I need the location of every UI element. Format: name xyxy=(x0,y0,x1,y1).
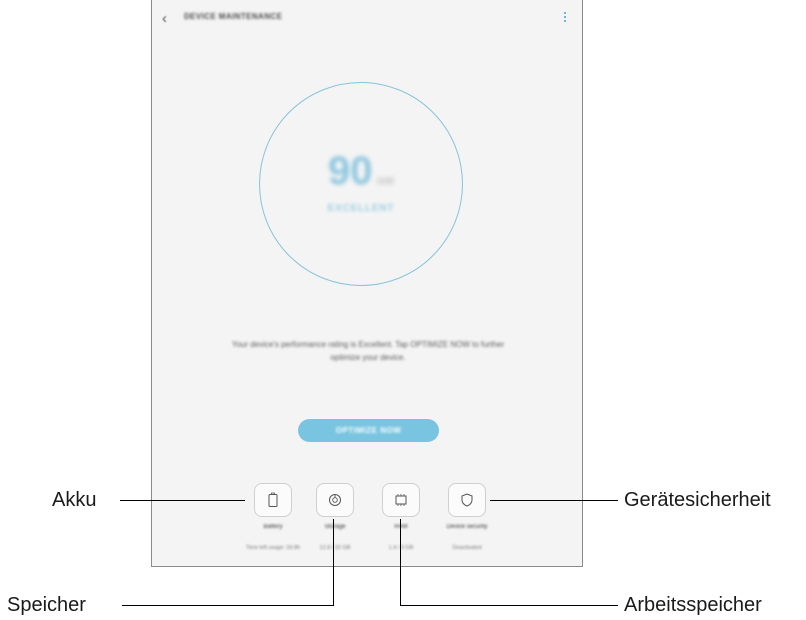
storage-icon[interactable] xyxy=(316,483,354,517)
back-arrow-icon[interactable]: ‹ xyxy=(162,10,176,28)
tile-value: Deactivated xyxy=(452,545,482,551)
score-unit: /100 xyxy=(376,176,395,186)
performance-message: Your device's performance rating is Exce… xyxy=(231,340,505,362)
battery-icon[interactable] xyxy=(254,483,292,517)
score-value: 90 xyxy=(327,149,373,193)
callout-storage: Speicher xyxy=(7,594,86,616)
app-bar: ‹ DEVICE MAINTENANCE xyxy=(152,0,582,40)
memory-chip-icon[interactable] xyxy=(382,483,420,517)
optimize-now-button[interactable]: OPTIMIZE NOW xyxy=(298,419,439,442)
callout-line-storage-v xyxy=(333,519,335,606)
score-status: EXCELLENT xyxy=(327,203,395,214)
callout-line-memory-h xyxy=(400,605,618,607)
score-display: 90/100 xyxy=(260,149,462,193)
callout-memory: Arbeitsspeicher xyxy=(624,594,762,616)
more-options-icon[interactable] xyxy=(562,12,568,26)
callout-battery: Akku xyxy=(52,489,97,511)
callout-line-battery xyxy=(120,500,245,502)
callout-line-memory-v xyxy=(400,519,402,606)
device-maintenance-screen: ‹ DEVICE MAINTENANCE 90/100 EXCELLENT Yo… xyxy=(151,0,583,567)
performance-score-ring: 90/100 EXCELLENT xyxy=(259,82,463,286)
security-tile[interactable]: Device security Deactivated xyxy=(428,483,508,563)
shield-icon[interactable] xyxy=(448,483,486,517)
page-title: DEVICE MAINTENANCE xyxy=(184,12,283,21)
optimize-now-label: OPTIMIZE NOW xyxy=(335,426,402,435)
callout-line-security xyxy=(490,500,618,502)
callout-security: Gerätesicherheit xyxy=(624,489,771,511)
callout-line-storage-h xyxy=(122,605,334,607)
tile-label: Device security xyxy=(446,524,488,530)
